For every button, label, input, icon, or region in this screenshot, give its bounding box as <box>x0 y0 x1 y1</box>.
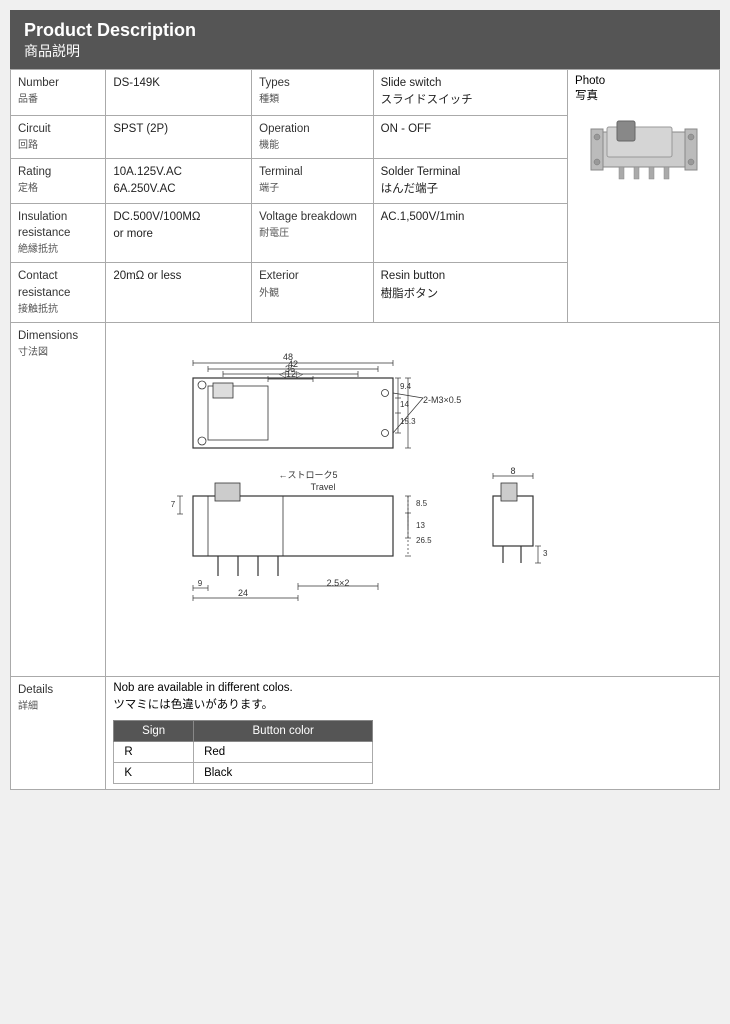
value-cell: ON - OFF <box>373 115 567 158</box>
voltage-value: AC.1,500V/1min <box>381 211 465 223</box>
value-cell: Resin button樹脂ボタン <box>373 263 567 322</box>
details-label-cell: Details 詳細 <box>11 676 106 789</box>
circuit-label-jp: 回路 <box>18 140 38 151</box>
contact-value: 20mΩ or less <box>113 270 181 282</box>
label-cell: Contact resistance 接触抵抗 <box>11 263 106 322</box>
value-cell: 20mΩ or less <box>106 263 252 322</box>
table-row: Number 品番 DS-149K Types 種類 Slide switchス… <box>11 70 720 116</box>
voltage-label: Voltage breakdown <box>259 211 357 223</box>
button-color-col-header: Button color <box>194 720 373 741</box>
terminal-value: Solder Terminalはんだ端子 <box>381 166 461 195</box>
svg-text:2.5×2: 2.5×2 <box>327 578 350 588</box>
color-red: Red <box>194 741 373 762</box>
label-cell: Exterior 外観 <box>252 263 374 322</box>
dimensions-row: Dimensions 寸法図 <box>11 322 720 676</box>
value-cell: Solder Terminalはんだ端子 <box>373 158 567 204</box>
dimensions-label: Dimensions <box>18 330 78 342</box>
sign-k: K <box>114 762 194 783</box>
svg-text:15.3: 15.3 <box>400 417 416 426</box>
types-label-jp: 種類 <box>259 94 279 105</box>
svg-text:14: 14 <box>400 400 409 409</box>
svg-text:24: 24 <box>238 588 248 598</box>
header-section: Product Description 商品説明 <box>10 10 720 69</box>
details-text1: Nob are available in different colos. <box>113 682 712 694</box>
dimensions-label-cell: Dimensions 寸法図 <box>11 322 106 676</box>
value-cell: DS-149K <box>106 70 252 116</box>
label-cell: Voltage breakdown 耐電圧 <box>252 204 374 263</box>
dimensions-svg: 48 42 36 ◁12▷ <box>113 328 613 668</box>
svg-text:8: 8 <box>511 466 516 476</box>
svg-text:3: 3 <box>543 549 548 558</box>
svg-text:2-M3×0.5: 2-M3×0.5 <box>423 395 461 405</box>
svg-text:13: 13 <box>416 521 425 530</box>
value-cell: DC.500V/100MΩor more <box>106 204 252 263</box>
exterior-label-jp: 外観 <box>259 288 279 299</box>
label-cell: Terminal 端子 <box>252 158 374 204</box>
rating-value: 10A.125V.AC6A.250V.AC <box>113 166 182 195</box>
rating-label-jp: 定格 <box>18 183 38 194</box>
details-text2: ツマミには色違いがあります。 <box>113 696 712 712</box>
contact-label: Contact resistance <box>18 270 70 298</box>
svg-text:9.4: 9.4 <box>400 382 412 391</box>
operation-label: Operation <box>259 123 310 135</box>
page: Product Description 商品説明 Number 品番 DS-14… <box>0 0 730 1024</box>
insulation-value: DC.500V/100MΩor more <box>113 211 200 240</box>
terminal-label: Terminal <box>259 166 302 178</box>
product-photo <box>589 107 699 182</box>
details-label-jp: 詳細 <box>18 701 38 712</box>
svg-text:◁12▷: ◁12▷ <box>279 369 303 379</box>
svg-text:7: 7 <box>171 500 176 509</box>
sign-table-row-r: R Red <box>114 741 373 762</box>
value-cell: SPST (2P) <box>106 115 252 158</box>
details-content-cell: Nob are available in different colos. ツマ… <box>106 676 720 789</box>
insulation-label: Insulation resistance <box>18 211 70 239</box>
rating-label: Rating <box>18 166 51 178</box>
page-title: Product Description <box>24 20 706 41</box>
number-value: DS-149K <box>113 77 160 89</box>
label-cell: Types 種類 <box>252 70 374 116</box>
types-value: Slide switchスライドスイッチ <box>381 77 473 106</box>
sign-table-row-k: K Black <box>114 762 373 783</box>
voltage-label-jp: 耐電圧 <box>259 228 289 239</box>
value-cell: 10A.125V.AC6A.250V.AC <box>106 158 252 204</box>
terminal-label-jp: 端子 <box>259 183 279 194</box>
color-black: Black <box>194 762 373 783</box>
sign-r: R <box>114 741 194 762</box>
page-subtitle: 商品説明 <box>24 41 706 61</box>
svg-text:←ストローク5: ←ストローク5 <box>279 470 338 480</box>
specs-table: Number 品番 DS-149K Types 種類 Slide switchス… <box>10 69 720 790</box>
photo-label: Photo 写真 <box>575 75 712 103</box>
value-cell: Slide switchスライドスイッチ <box>373 70 567 116</box>
operation-value: ON - OFF <box>381 123 431 135</box>
svg-text:26.5: 26.5 <box>416 536 432 545</box>
insulation-label-jp: 絶縁抵抗 <box>18 244 58 255</box>
number-label-jp: 品番 <box>18 94 38 105</box>
label-cell: Operation 機能 <box>252 115 374 158</box>
svg-text:8.5: 8.5 <box>416 499 428 508</box>
types-label: Types <box>259 77 290 89</box>
details-row: Details 詳細 Nob are available in differen… <box>11 676 720 789</box>
label-cell: Insulation resistance 絶縁抵抗 <box>11 204 106 263</box>
details-label: Details <box>18 684 53 696</box>
value-cell: AC.1,500V/1min <box>373 204 567 263</box>
svg-text:Travel: Travel <box>311 482 336 492</box>
sign-color-table: Sign Button color R Red K Black <box>113 720 373 784</box>
sign-col-header: Sign <box>114 720 194 741</box>
circuit-value: SPST (2P) <box>113 123 168 135</box>
exterior-label: Exterior <box>259 270 299 282</box>
label-cell: Rating 定格 <box>11 158 106 204</box>
dimensions-diagram-cell: 48 42 36 ◁12▷ <box>106 322 720 676</box>
operation-label-jp: 機能 <box>259 140 279 151</box>
label-cell: Circuit 回路 <box>11 115 106 158</box>
contact-label-jp: 接触抵抗 <box>18 304 58 315</box>
number-label: Number <box>18 77 59 89</box>
dimensions-label-jp: 寸法図 <box>18 347 48 358</box>
svg-text:9: 9 <box>198 579 203 588</box>
photo-cell: Photo 写真 <box>568 70 720 323</box>
label-cell: Number 品番 <box>11 70 106 116</box>
circuit-label: Circuit <box>18 123 51 135</box>
exterior-value: Resin button樹脂ボタン <box>381 270 446 299</box>
sign-table-header-row: Sign Button color <box>114 720 373 741</box>
